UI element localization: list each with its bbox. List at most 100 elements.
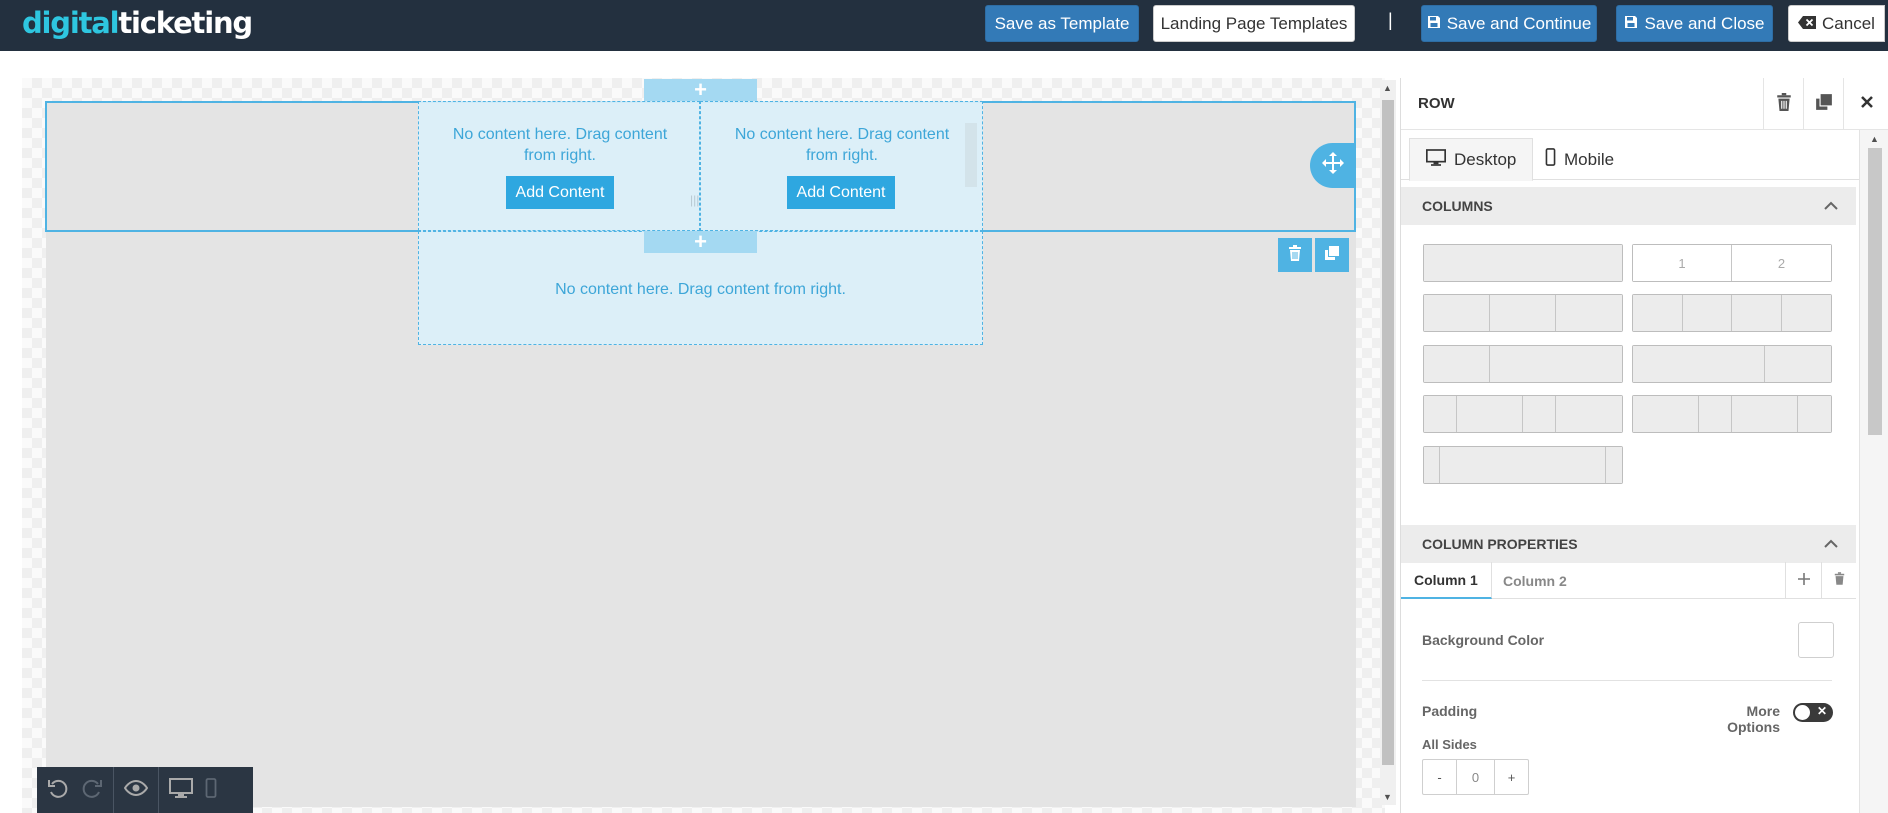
all-sides-label: All Sides: [1422, 737, 1477, 752]
layout-segment: [1439, 447, 1607, 483]
tab-desktop[interactable]: Desktop: [1409, 138, 1534, 181]
landing-page-templates-label: Landing Page Templates: [1160, 13, 1348, 33]
layout-segment: [1424, 295, 1491, 331]
top-bar: digitalticketing Save as Template Landin…: [0, 0, 1888, 51]
layout-option-1-col[interactable]: [1423, 244, 1623, 282]
redo-icon[interactable]: [81, 777, 103, 804]
add-content-button[interactable]: Add Content: [506, 176, 614, 209]
empty-column-message: No content here. Drag content from right…: [452, 126, 668, 164]
layout-segment: 1: [1633, 245, 1732, 281]
layout-segment: [1797, 396, 1831, 432]
column-resize-handle[interactable]: |||: [690, 193, 699, 207]
layout-segment: [1556, 396, 1622, 432]
empty-column-message: No content here. Drag content from right…: [734, 126, 950, 164]
device-preview-group: [159, 767, 227, 813]
padding-value-input[interactable]: 0: [1456, 760, 1495, 794]
panel-scrollbar[interactable]: ▲: [1859, 130, 1888, 813]
layout-option-2-3-1-3[interactable]: [1632, 345, 1832, 383]
layout-option-mixed-a[interactable]: [1423, 395, 1623, 433]
tab-mobile[interactable]: Mobile: [1529, 138, 1630, 181]
logo-part-digital: digital: [22, 6, 120, 40]
layout-option-mixed-b[interactable]: [1632, 395, 1832, 433]
tab-column-1[interactable]: Column 1: [1401, 562, 1492, 599]
layout-option-1-3-2-3[interactable]: [1423, 345, 1623, 383]
landing-page-templates-button[interactable]: Landing Page Templates: [1153, 5, 1355, 42]
layout-option-3-col[interactable]: [1423, 294, 1623, 332]
column-scrollbar[interactable]: [962, 107, 979, 205]
row-column-2[interactable]: [700, 101, 983, 231]
mobile-icon: [1545, 148, 1556, 171]
layout-segment: [1732, 295, 1782, 331]
delete-column-button[interactable]: [1821, 562, 1857, 599]
columns-section-title: COLUMNS: [1422, 198, 1493, 214]
close-panel-button[interactable]: [1843, 78, 1888, 130]
layout-segment: [1764, 346, 1831, 382]
layout-segment: [1490, 295, 1557, 331]
add-row-above-button[interactable]: +: [644, 79, 757, 101]
scroll-up-arrow-icon[interactable]: ▲: [1383, 83, 1392, 93]
layout-segment: [1633, 346, 1765, 382]
copy-icon: [1815, 93, 1833, 116]
more-options-label: More Options: [1727, 703, 1780, 735]
panel-scroll-thumb[interactable]: [1868, 148, 1882, 435]
move-arrows-icon: [1321, 151, 1345, 180]
eye-icon[interactable]: [123, 779, 149, 801]
cancel-button[interactable]: Cancel: [1788, 5, 1885, 42]
save-and-continue-label: Save and Continue: [1446, 13, 1592, 33]
background-color-label: Background Color: [1422, 632, 1545, 648]
background-color-swatch[interactable]: [1798, 622, 1834, 658]
delete-row-panel-button[interactable]: [1763, 78, 1803, 130]
preview-group: [114, 767, 159, 813]
trash-icon: [1288, 244, 1302, 266]
canvas-scroll-thumb[interactable]: [1382, 100, 1394, 765]
save-and-continue-button[interactable]: Save and Continue: [1421, 5, 1597, 42]
mobile-icon[interactable]: [205, 777, 217, 803]
save-and-close-button[interactable]: Save and Close: [1616, 5, 1773, 42]
panel-header: ROW: [1401, 78, 1888, 130]
column-scroll-thumb[interactable]: [965, 123, 977, 187]
layout-segment: [1522, 396, 1557, 432]
backspace-icon: [1798, 14, 1817, 34]
move-row-handle[interactable]: [1310, 143, 1355, 188]
layout-option-4-col[interactable]: [1632, 294, 1832, 332]
desktop-icon: [1426, 148, 1446, 171]
divider: [1422, 680, 1832, 681]
copy-icon: [1324, 245, 1340, 266]
desktop-icon[interactable]: [169, 777, 193, 803]
delete-row-button[interactable]: [1278, 238, 1312, 272]
add-row-below-button[interactable]: +: [644, 231, 757, 253]
more-options-toggle[interactable]: ✕: [1793, 703, 1833, 722]
toolbar-separator: |: [1388, 10, 1393, 30]
bottom-toolbar: [37, 767, 253, 813]
floppy-disk-icon: [1624, 14, 1638, 34]
add-column-button[interactable]: [1785, 562, 1821, 599]
layout-segment: [1731, 396, 1798, 432]
layout-option-sidebars[interactable]: [1423, 446, 1623, 484]
increment-button[interactable]: +: [1495, 760, 1528, 794]
layout-segment: [1424, 346, 1491, 382]
undo-icon[interactable]: [47, 777, 69, 804]
tab-mobile-label: Mobile: [1564, 149, 1615, 169]
history-group: [37, 767, 114, 813]
tab-column-2[interactable]: Column 2: [1490, 562, 1580, 599]
layout-segment: [1457, 396, 1523, 432]
add-content-button[interactable]: Add Content: [787, 176, 895, 209]
columns-section-header[interactable]: COLUMNS: [1401, 187, 1856, 225]
duplicate-row-panel-button[interactable]: [1803, 78, 1843, 130]
layout-segment: [1633, 396, 1699, 432]
chevron-up-icon: [1824, 197, 1838, 213]
layout-segment: [1698, 396, 1732, 432]
column-properties-section-title: COLUMN PROPERTIES: [1422, 536, 1578, 552]
layout-segment: [1424, 447, 1440, 483]
floppy-disk-icon: [1427, 14, 1441, 34]
decrement-button[interactable]: -: [1423, 760, 1456, 794]
scroll-down-arrow-icon[interactable]: ▼: [1383, 792, 1392, 802]
row-column-1[interactable]: [418, 101, 700, 231]
canvas-scrollbar[interactable]: ▲ ▼: [1380, 80, 1396, 805]
column-properties-section-header[interactable]: COLUMN PROPERTIES: [1401, 525, 1856, 563]
save-as-template-button[interactable]: Save as Template: [985, 5, 1139, 42]
scroll-up-arrow-icon[interactable]: ▲: [1870, 134, 1879, 144]
duplicate-row-button[interactable]: [1315, 238, 1349, 272]
layout-option-2-col-selected[interactable]: 1 2: [1632, 244, 1832, 282]
tab-desktop-label: Desktop: [1454, 149, 1517, 169]
